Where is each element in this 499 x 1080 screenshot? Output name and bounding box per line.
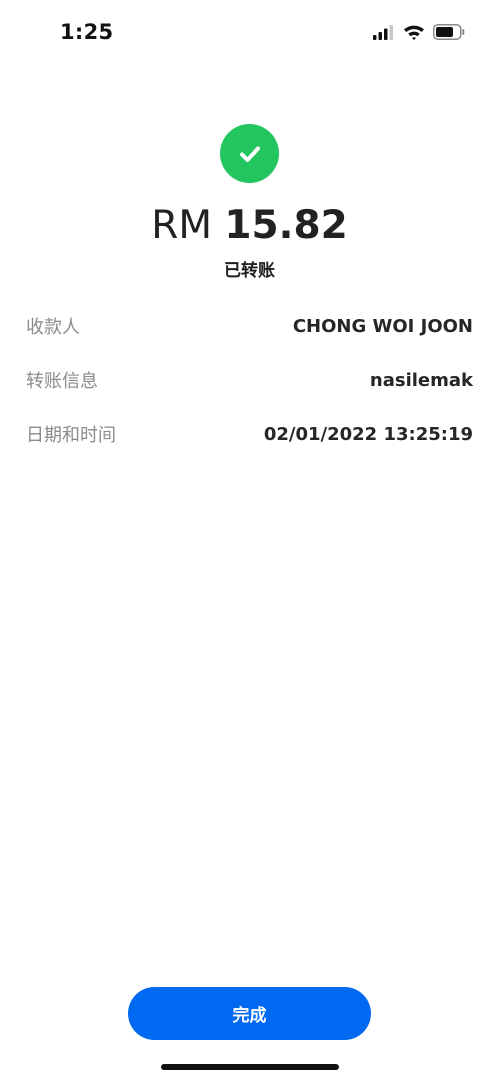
cellular-signal-icon bbox=[373, 24, 395, 44]
amount-currency: RM bbox=[151, 203, 212, 248]
detail-value: nasilemak bbox=[369, 369, 473, 391]
home-indicator[interactable] bbox=[161, 1064, 339, 1070]
detail-label: 转账信息 bbox=[26, 371, 98, 392]
detail-row-datetime: 日期和时间 02/01/2022 13:25:19 bbox=[26, 419, 473, 449]
battery-icon bbox=[433, 24, 465, 44]
check-circle-icon bbox=[220, 124, 279, 183]
detail-label: 日期和时间 bbox=[26, 425, 116, 446]
amount-value: 15.82 bbox=[224, 203, 348, 248]
detail-value: CHONG WOI JOON bbox=[292, 315, 473, 337]
status-bar: 1:25 bbox=[0, 0, 499, 66]
status-icons bbox=[373, 24, 465, 44]
done-button[interactable]: 完成 bbox=[128, 987, 371, 1040]
detail-label: 收款人 bbox=[26, 317, 80, 338]
detail-row-recipient: 收款人 CHONG WOI JOON bbox=[26, 311, 473, 341]
wifi-icon bbox=[403, 24, 425, 44]
transfer-amount: RM 15.82 bbox=[0, 198, 499, 254]
transfer-status: 已转账 bbox=[224, 261, 275, 281]
detail-value: 02/01/2022 13:25:19 bbox=[263, 423, 473, 445]
status-time: 1:25 bbox=[60, 20, 114, 44]
detail-row-message: 转账信息 nasilemak bbox=[26, 365, 473, 395]
